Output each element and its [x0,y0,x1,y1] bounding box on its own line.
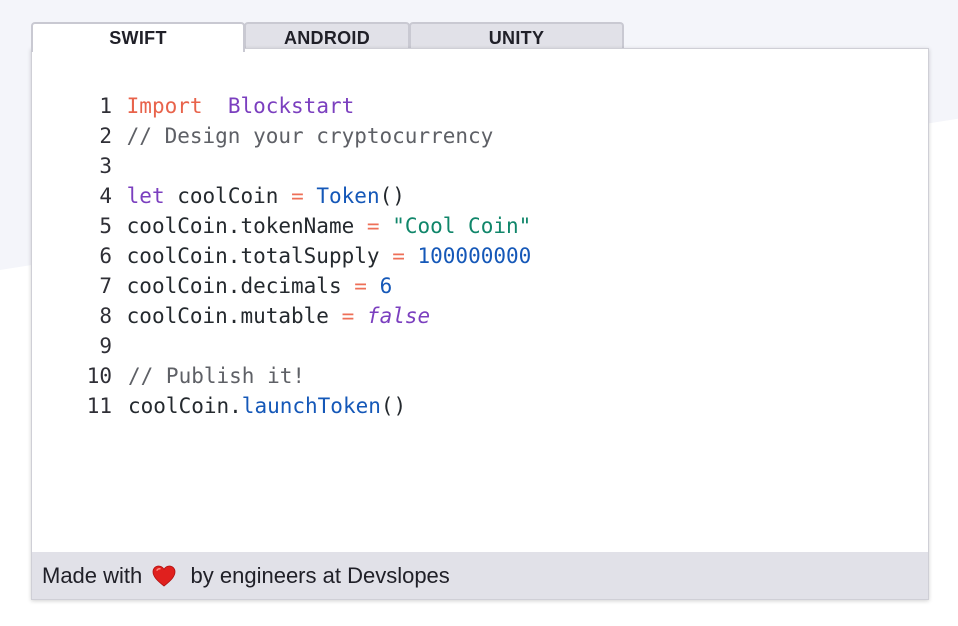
line-number: 6 [99,244,112,268]
line-number: 5 [99,214,112,238]
line-number: 8 [99,304,112,328]
code-block: 1 Import Blockstart 2 // Design your cry… [66,91,532,421]
line-number: 1 [99,94,112,118]
property: coolCoin.totalSupply [126,244,380,268]
number-literal: 6 [379,274,393,298]
tab-unity[interactable]: UNITY [409,22,624,50]
line-number: 7 [99,274,112,298]
code-line-3: 3 [66,151,531,181]
tab-android[interactable]: ANDROID [244,22,410,50]
parens: () [380,394,407,418]
heart-icon [152,556,176,603]
code-line-5: 5 coolCoin.tokenName = "Cool Coin" [66,211,531,241]
footer-credit: Made with by engineers at Devslopes [32,552,928,599]
code-line-6: 6 coolCoin.totalSupply = 100000000 [66,241,531,271]
code-comment: // Publish it! [128,364,306,388]
line-number: 11 [86,394,112,418]
assign-operator: = [366,214,380,238]
code-line-8: 8 coolCoin.mutable = false [66,301,531,331]
line-number: 9 [99,334,112,358]
let-keyword: let [126,184,165,208]
code-line-7: 7 coolCoin.decimals = 6 [66,271,531,301]
assign-operator: = [291,184,304,208]
line-number: 10 [86,364,112,388]
line-number: 4 [99,184,112,208]
code-line-11: 11 coolCoin.launchToken() [66,391,531,421]
property: coolCoin.decimals [126,274,342,298]
variable-name: coolCoin [177,184,279,208]
boolean-literal: false [366,304,431,328]
code-panel: 1 Import Blockstart 2 // Design your cry… [31,48,929,600]
assign-operator: = [354,274,367,298]
property: coolCoin.mutable [126,304,329,328]
assign-operator: = [341,304,355,328]
footer-prefix: Made with [42,563,143,588]
code-comment: // Design your cryptocurrency [126,124,494,148]
assign-operator: = [392,244,405,268]
number-literal: 100000000 [417,244,532,268]
property: coolCoin.tokenName [126,214,355,238]
code-line-9: 9 [66,331,531,361]
object-name: coolCoin. [128,394,242,418]
code-line-1: 1 Import Blockstart [66,91,531,121]
tab-swift[interactable]: SWIFT [31,22,245,52]
string-literal: "Cool Coin" [392,214,532,238]
code-line-10: 10 // Publish it! [66,361,531,391]
parens: () [379,184,405,208]
code-line-4: 4 let coolCoin = Token() [66,181,531,211]
line-number: 2 [99,124,112,148]
footer-suffix: by engineers at Devslopes [190,563,450,588]
line-number: 3 [99,154,112,178]
type-name: Token [316,184,380,208]
code-line-2: 2 // Design your cryptocurrency [66,121,531,151]
import-keyword: Import [126,94,203,118]
method-name: launchToken [241,394,381,418]
module-name: Blockstart [227,94,355,118]
